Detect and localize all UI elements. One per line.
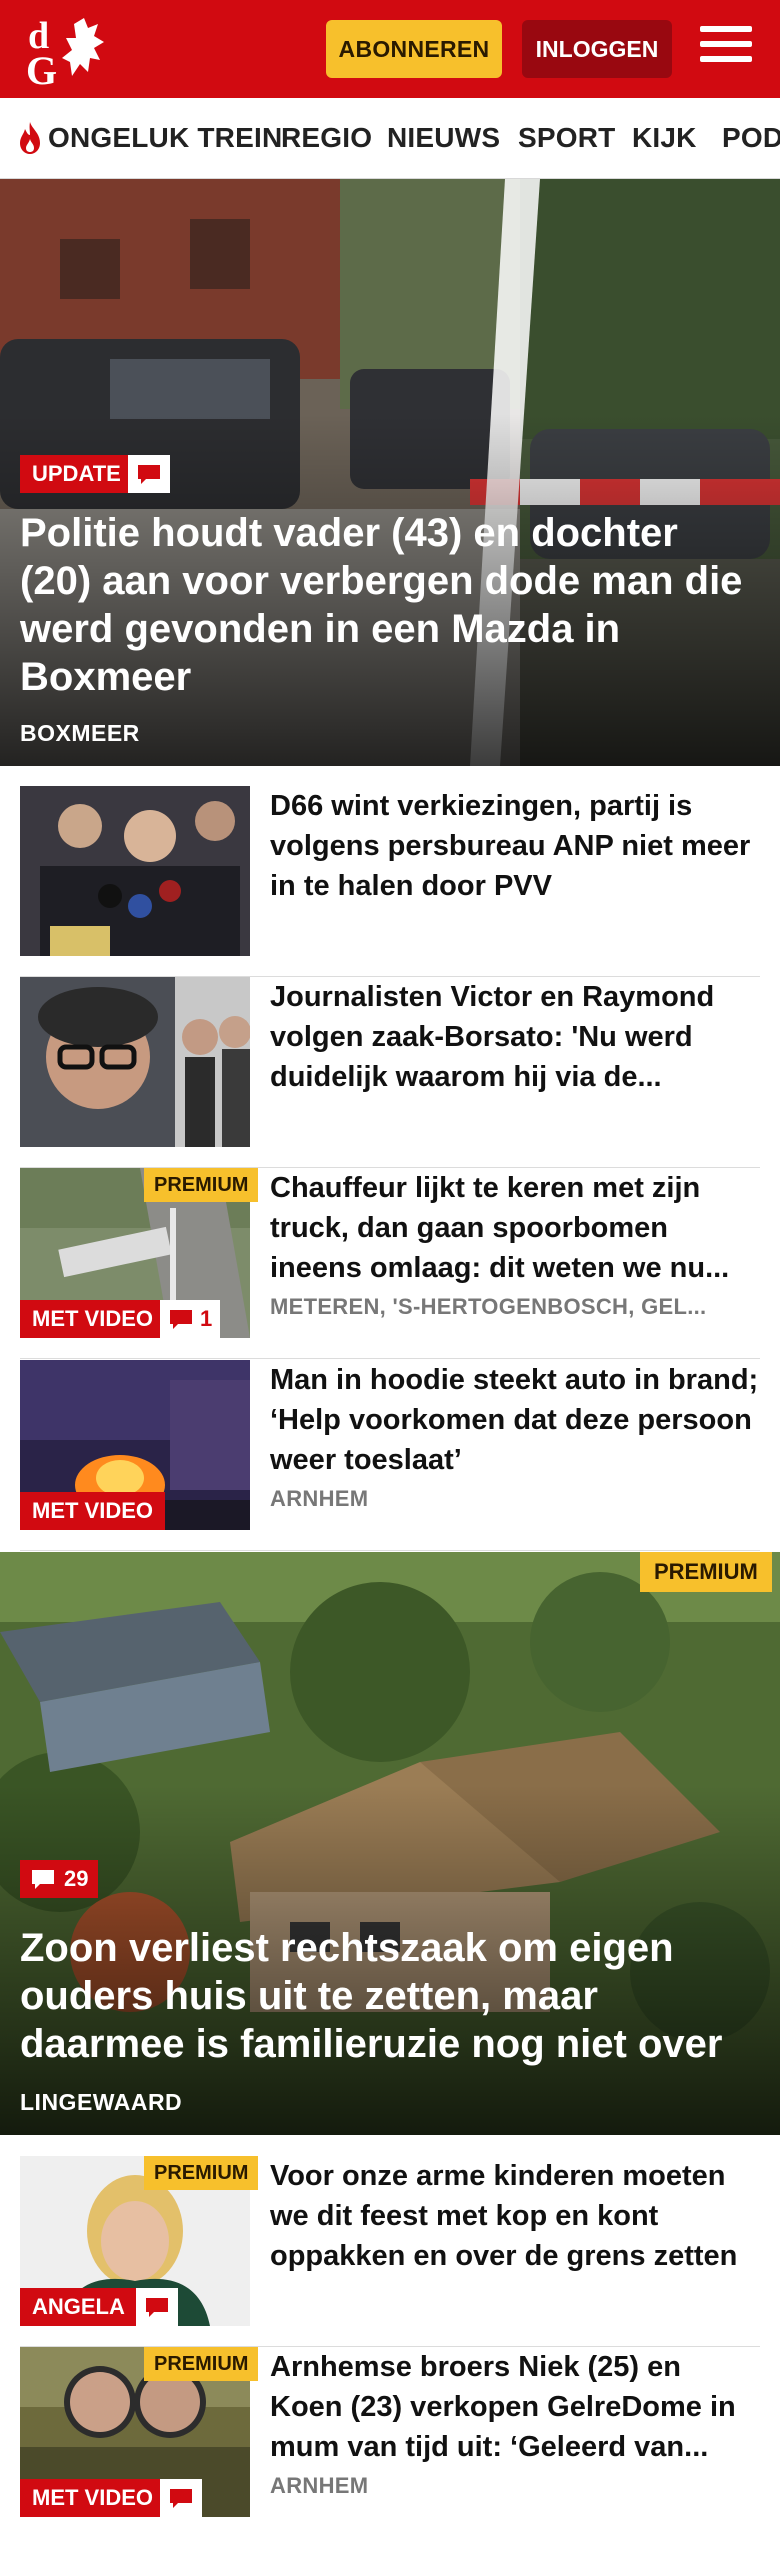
update-badge: UPDATE bbox=[20, 455, 133, 493]
article-title[interactable]: Man in hoodie steekt auto in brand; ‘Hel… bbox=[270, 1360, 760, 1480]
nav-item-label: ONGELUK TREIN bbox=[48, 122, 283, 153]
comment-icon bbox=[138, 465, 160, 484]
list-item[interactable]: PREMIUM MET VIDEO Arnhemse broers Niek (… bbox=[20, 2347, 760, 2537]
list-item[interactable]: PREMIUM MET VIDEO 1 Chauffeur lijkt te k… bbox=[20, 1168, 760, 1359]
article-location: ARNHEM bbox=[270, 2473, 369, 2498]
hero-title[interactable]: Zoon verliest rechtszaak om eigen ouders… bbox=[20, 1924, 760, 2068]
svg-text:G: G bbox=[26, 48, 57, 86]
video-badge: MET VIDEO bbox=[20, 1492, 166, 1530]
article-title[interactable]: Voor onze arme kinderen moeten we dit fe… bbox=[270, 2156, 760, 2276]
article-thumbnail bbox=[20, 977, 250, 1147]
article-location: ARNHEM bbox=[270, 1486, 369, 1511]
article-title[interactable]: D66 wint verkiezingen, partij is volgens… bbox=[270, 786, 760, 906]
nav-item-ongeluk-trein[interactable]: ONGELUK TREIN bbox=[16, 98, 282, 178]
video-badge-label: MET VIDEO bbox=[32, 1498, 154, 1523]
topic-nav: ONGELUK TREIN REGIO NIEUWS SPORT KIJK PO… bbox=[0, 98, 780, 179]
article-title[interactable]: Chauffeur lijkt te keren met zijn truck,… bbox=[270, 1168, 760, 1288]
hero-title[interactable]: Politie houdt vader (43) en dochter (20)… bbox=[20, 509, 760, 701]
site-logo[interactable]: d G bbox=[24, 14, 116, 93]
nav-item-regio[interactable]: REGIO bbox=[281, 98, 372, 178]
video-badge-label: MET VIDEO bbox=[32, 2485, 154, 2510]
comments-badge[interactable] bbox=[160, 2479, 202, 2517]
author-badge-label: ANGELA bbox=[32, 2294, 125, 2319]
nav-item-nieuws[interactable]: NIEUWS bbox=[387, 98, 500, 178]
list-item[interactable]: D66 wint verkiezingen, partij is volgens… bbox=[20, 786, 760, 977]
comment-icon bbox=[170, 2489, 192, 2508]
comments-badge[interactable] bbox=[128, 455, 170, 493]
nav-item-pod[interactable]: POD bbox=[722, 98, 780, 178]
nav-item-kijk[interactable]: KIJK bbox=[632, 98, 697, 178]
list-item[interactable]: MET VIDEO Man in hoodie steekt auto in b… bbox=[20, 1360, 760, 1551]
nav-item-sport[interactable]: SPORT bbox=[518, 98, 615, 178]
list-item[interactable]: PREMIUM ANGELA Voor onze arme kinderen m… bbox=[20, 2156, 760, 2347]
comments-badge[interactable]: 29 bbox=[20, 1860, 99, 1898]
premium-badge: PREMIUM bbox=[144, 1168, 259, 1202]
hero-location: LINGEWAARD bbox=[20, 2089, 183, 2115]
video-badge: MET VIDEO bbox=[20, 2479, 166, 2517]
comment-icon bbox=[170, 1310, 192, 1329]
premium-badge: PREMIUM bbox=[144, 2347, 259, 2381]
author-badge: ANGELA bbox=[20, 2288, 137, 2326]
article-title[interactable]: Arnhemse broers Niek (25) en Koen (23) v… bbox=[270, 2347, 760, 2467]
hero-article[interactable]: PREMIUM 29 Zoon verliest rechtszaak om e… bbox=[0, 1552, 780, 2135]
hero-article[interactable]: UPDATE Politie houdt vader (43) en docht… bbox=[0, 179, 780, 766]
comments-badge[interactable] bbox=[136, 2288, 178, 2326]
login-button[interactable]: INLOGGEN bbox=[522, 20, 672, 78]
comment-icon bbox=[146, 2298, 168, 2317]
comment-icon bbox=[32, 1870, 54, 1889]
hero-location: BOXMEER bbox=[20, 720, 140, 746]
premium-badge: PREMIUM bbox=[640, 1552, 772, 1592]
menu-icon[interactable] bbox=[700, 26, 752, 72]
update-badge-label: UPDATE bbox=[32, 461, 121, 486]
article-location: METEREN, 'S-HERTOGENBOSCH, GEL... bbox=[270, 1294, 707, 1319]
comment-count: 29 bbox=[64, 1866, 89, 1891]
site-header: d G ABONNEREN INLOGGEN bbox=[0, 0, 780, 98]
subscribe-button[interactable]: ABONNEREN bbox=[326, 20, 502, 78]
article-title[interactable]: Journalisten Victor en Raymond volgen za… bbox=[270, 977, 760, 1097]
list-item[interactable]: Journalisten Victor en Raymond volgen za… bbox=[20, 977, 760, 1168]
premium-badge: PREMIUM bbox=[144, 2156, 259, 2190]
video-badge-label: MET VIDEO bbox=[32, 1306, 154, 1331]
flame-icon bbox=[20, 122, 40, 154]
comment-count: 1 bbox=[200, 1306, 213, 1331]
article-thumbnail bbox=[20, 786, 250, 956]
video-badge: MET VIDEO bbox=[20, 1300, 166, 1338]
comments-badge[interactable]: 1 bbox=[160, 1300, 221, 1338]
